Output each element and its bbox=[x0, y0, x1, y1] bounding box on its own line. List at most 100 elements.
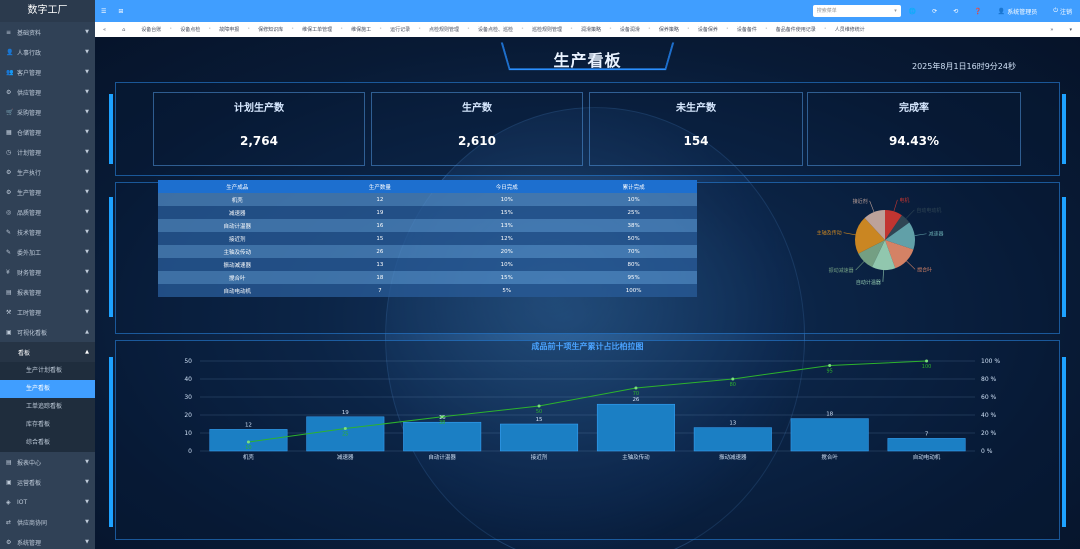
home-icon[interactable]: ⌂ bbox=[114, 27, 133, 33]
production-dashboard: 生产看板 2025年8月1日16时9分24秒 计划生产数 2,764 生产数 2… bbox=[95, 37, 1080, 549]
menu-search-input[interactable]: 搜索菜单 ▾ bbox=[812, 5, 901, 17]
sidebar-item[interactable]: 🛒 采购管理 ▼ bbox=[0, 102, 95, 122]
y2-tick-label: 20 % bbox=[981, 430, 997, 437]
frame-deco-right-2 bbox=[1062, 197, 1066, 317]
cumulative-point[interactable] bbox=[925, 359, 929, 363]
table-cell: 机壳 bbox=[158, 193, 317, 206]
sidebar-item[interactable]: ⚙ 生产执行 ▼ bbox=[0, 162, 95, 182]
tag-item[interactable]: 设备润滑 bbox=[612, 26, 648, 33]
tags-scroll-left-icon[interactable]: « bbox=[95, 27, 114, 33]
menu-icon: ⇄ bbox=[6, 518, 12, 526]
sidebar-leaf-item[interactable]: 综合看板 bbox=[0, 434, 95, 452]
sidebar-item[interactable]: ¥ 财务管理 ▼ bbox=[0, 262, 95, 282]
bar[interactable] bbox=[887, 438, 966, 452]
y2-tick-label: 40 % bbox=[981, 412, 997, 419]
refresh-icon[interactable]: ⟳ bbox=[924, 8, 945, 15]
sidebar-item[interactable]: ≡ 基础资料 ▼ bbox=[0, 22, 95, 42]
menu-icon: ▤ bbox=[6, 288, 12, 296]
tag-item[interactable]: 运行记录 bbox=[382, 26, 418, 33]
module-switch-icon[interactable]: ⊞ bbox=[112, 8, 129, 15]
cumulative-point[interactable] bbox=[246, 440, 250, 444]
tags-more-icon[interactable]: ▾ bbox=[1061, 27, 1080, 33]
stat-label: 未生产数 bbox=[676, 103, 716, 114]
sidebar-item[interactable]: ▦ 仓储管理 ▼ bbox=[0, 122, 95, 142]
logout-button[interactable]: ⏻ 注销 bbox=[1045, 7, 1080, 16]
cumulative-point[interactable] bbox=[440, 415, 444, 419]
production-table: 生产成品 生产数量 今日完成 累计完成 机壳 12 10% 10% 减速器 19 15% 25% 自动… bbox=[158, 180, 697, 297]
tags-scroll-right-icon[interactable]: » bbox=[1042, 27, 1061, 33]
sidebar-item[interactable]: ⚙ 系统管理 ▼ bbox=[0, 532, 95, 549]
bar[interactable] bbox=[596, 403, 675, 452]
frame-deco-right-3 bbox=[1062, 357, 1066, 527]
tag-item[interactable]: 设备台账 bbox=[133, 26, 169, 33]
chevron-up-icon: ▲ bbox=[85, 329, 89, 335]
sidebar-item[interactable]: ◷ 计划管理 ▼ bbox=[0, 142, 95, 162]
sidebar-item[interactable]: ✎ 技术管理 ▼ bbox=[0, 222, 95, 242]
table-cell: 13% bbox=[443, 219, 571, 232]
tag-item[interactable]: 保修知识库 bbox=[250, 26, 291, 33]
sidebar-item[interactable]: ⇄ 供应商协同 ▼ bbox=[0, 512, 95, 532]
stat-label: 生产数 bbox=[462, 103, 492, 114]
tag-item[interactable]: 人员维修统计 bbox=[827, 26, 873, 33]
tag-item[interactable]: 故障申报 bbox=[211, 26, 247, 33]
sidebar-item[interactable]: ▤ 报表中心 ▼ bbox=[0, 452, 95, 472]
frame-deco-left-2 bbox=[109, 197, 113, 317]
bar[interactable] bbox=[693, 427, 772, 452]
tag-item[interactable]: 维保施工 bbox=[343, 26, 379, 33]
sidebar-leaf-item[interactable]: 库存看板 bbox=[0, 416, 95, 434]
sidebar-item[interactable]: ▣ 可视化看板 ▲ bbox=[0, 322, 95, 342]
bar[interactable] bbox=[500, 423, 579, 452]
cumulative-point[interactable] bbox=[828, 364, 832, 367]
tag-item[interactable]: 润滑策略 bbox=[573, 26, 609, 33]
bar[interactable] bbox=[790, 418, 869, 452]
pie-slice-label: 减速器 bbox=[929, 231, 944, 238]
tag-item[interactable]: 设备保养 bbox=[690, 26, 726, 33]
menu-icon: 👤 bbox=[6, 48, 14, 56]
tag-item[interactable]: 巡检规则管理 bbox=[524, 26, 570, 33]
table-cell: 50% bbox=[570, 232, 697, 245]
sidebar-leaf-item[interactable]: 生产看板 bbox=[0, 380, 95, 398]
table-header-row: 生产成品 生产数量 今日完成 累计完成 bbox=[158, 180, 697, 193]
history-icon[interactable]: ⟲ bbox=[945, 8, 966, 15]
table-cell: 80% bbox=[570, 258, 697, 271]
cumulative-point[interactable] bbox=[731, 377, 735, 381]
pie-label-line bbox=[905, 209, 915, 219]
sidebar-leaf-item[interactable]: 工单追踪看板 bbox=[0, 398, 95, 416]
table-cell: 16 bbox=[316, 219, 444, 232]
hamburger-menu-icon[interactable]: ☰ bbox=[95, 8, 112, 15]
stat-card-planned: 计划生产数 2,764 bbox=[153, 92, 365, 166]
sidebar-item[interactable]: ▤ 报表管理 ▼ bbox=[0, 282, 95, 302]
tag-item[interactable]: 设备点检 bbox=[172, 26, 208, 33]
sidebar-item[interactable]: 👤 人事行政 ▼ bbox=[0, 42, 95, 62]
cumulative-point[interactable] bbox=[537, 404, 541, 408]
bar[interactable] bbox=[403, 421, 482, 452]
sidebar-item[interactable]: ◎ 品质管理 ▼ bbox=[0, 202, 95, 222]
sidebar-item[interactable]: 👥 客户管理 ▼ bbox=[0, 62, 95, 82]
help-icon[interactable]: ❓ bbox=[966, 8, 989, 15]
chevron-down-icon: ▼ bbox=[85, 309, 89, 315]
sidebar-menu-bottom: ▤ 报表中心 ▼ ▣ 运营看板 ▼ ◈ IOT ▼ ⇄ 供应商协同 ▼ ⚙ 系统管理 ▼ bbox=[0, 452, 95, 549]
x-tick-label: 接近剂 bbox=[531, 453, 548, 461]
tag-item[interactable]: 设备备件 bbox=[729, 26, 765, 33]
sidebar-leaf-item[interactable]: 生产计划看板 bbox=[0, 362, 95, 380]
tag-item[interactable]: 维保工单管理 bbox=[294, 26, 340, 33]
tag-item[interactable]: 设备点检、巡检 bbox=[470, 26, 521, 33]
sidebar-item[interactable]: ⚙ 生产管理 ▼ bbox=[0, 182, 95, 202]
sidebar-item[interactable]: ⚒ 工时管理 ▼ bbox=[0, 302, 95, 322]
tag-item[interactable]: 点检规则管理 bbox=[421, 26, 467, 33]
user-menu[interactable]: 👤 系统管理员 bbox=[990, 7, 1046, 16]
sidebar-item[interactable]: ◈ IOT ▼ bbox=[0, 492, 95, 512]
table-row: 振动减速器 13 10% 80% bbox=[158, 258, 697, 271]
sidebar-submenu-kanban[interactable]: 看板 ▲ bbox=[0, 342, 95, 362]
chevron-down-icon: ▼ bbox=[85, 479, 89, 485]
sidebar-item[interactable]: ✎ 委外加工 ▼ bbox=[0, 242, 95, 262]
sidebar-item[interactable]: ⚙ 供应管理 ▼ bbox=[0, 82, 95, 102]
globe-icon[interactable]: 🌐 bbox=[901, 8, 924, 15]
sidebar-item[interactable]: ▣ 运营看板 ▼ bbox=[0, 472, 95, 492]
cumulative-point[interactable] bbox=[634, 386, 638, 390]
table-cell: 搅合叶 bbox=[158, 271, 317, 284]
tag-item[interactable]: 备品备件使用记录 bbox=[768, 26, 824, 33]
tag-item[interactable]: 保养策略 bbox=[651, 26, 687, 33]
sidebar-item-label: 生产管理 bbox=[17, 189, 42, 197]
cumulative-point[interactable] bbox=[343, 427, 347, 430]
